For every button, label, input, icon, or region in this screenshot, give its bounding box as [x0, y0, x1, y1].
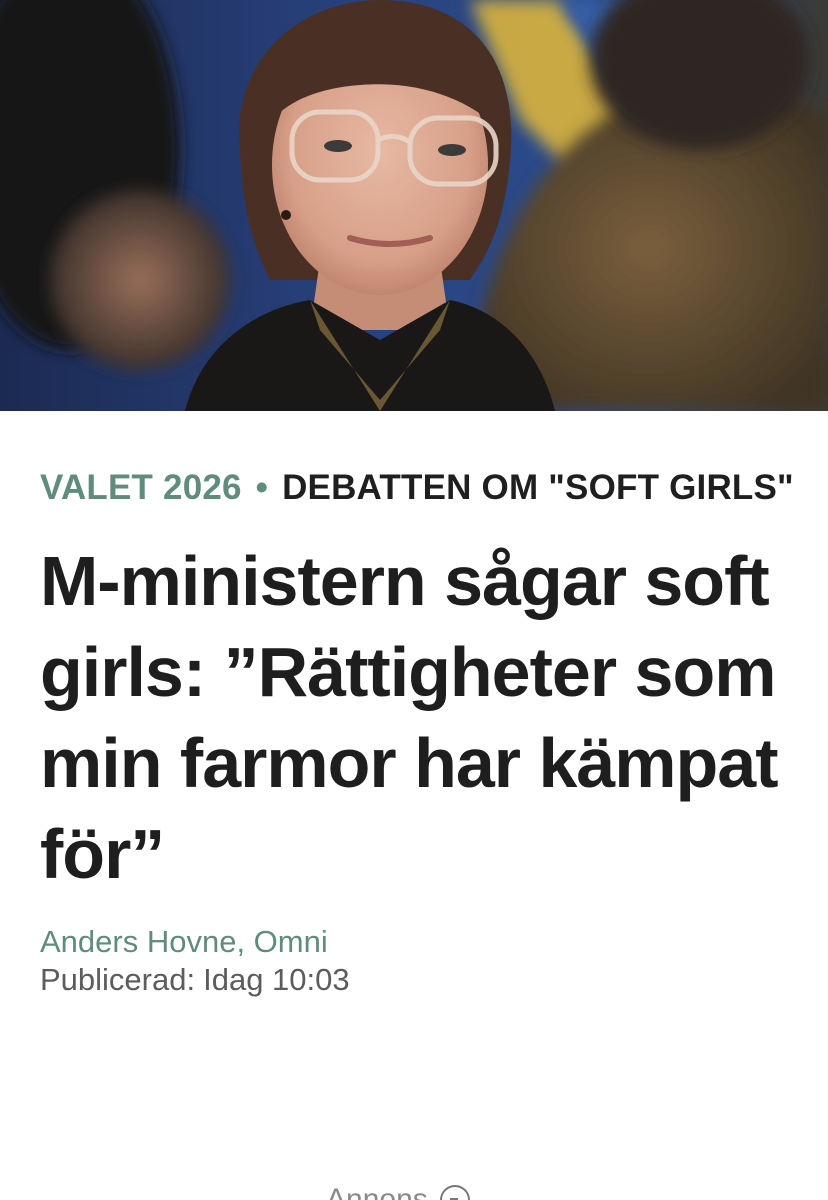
author-byline[interactable]: Anders Hovne, Omni — [40, 924, 800, 960]
article-kicker: VALET 2026 • DEBATTEN OM "SOFT GIRLS" — [40, 462, 800, 514]
ad-label-text: Annons — [326, 1183, 428, 1200]
topic-link[interactable]: DEBATTEN OM "SOFT GIRLS" — [282, 468, 794, 507]
article-header: VALET 2026 • DEBATTEN OM "SOFT GIRLS" M-… — [40, 462, 800, 1000]
ad-info-icon[interactable] — [439, 1185, 470, 1200]
ad-label: Annons — [326, 1182, 470, 1200]
published-label: Publicerad: — [40, 962, 196, 997]
section-link[interactable]: VALET 2026 — [40, 468, 242, 507]
kicker-separator: • — [255, 468, 269, 507]
published-timestamp: Publicerad: Idag 10:03 — [40, 960, 800, 1000]
article-headline: M-ministern sågar soft girls: ”Rättighet… — [40, 542, 779, 893]
hero-photo-illustration — [0, 0, 828, 411]
published-time: Idag 10:03 — [203, 962, 350, 997]
hero-image[interactable] — [0, 0, 828, 411]
